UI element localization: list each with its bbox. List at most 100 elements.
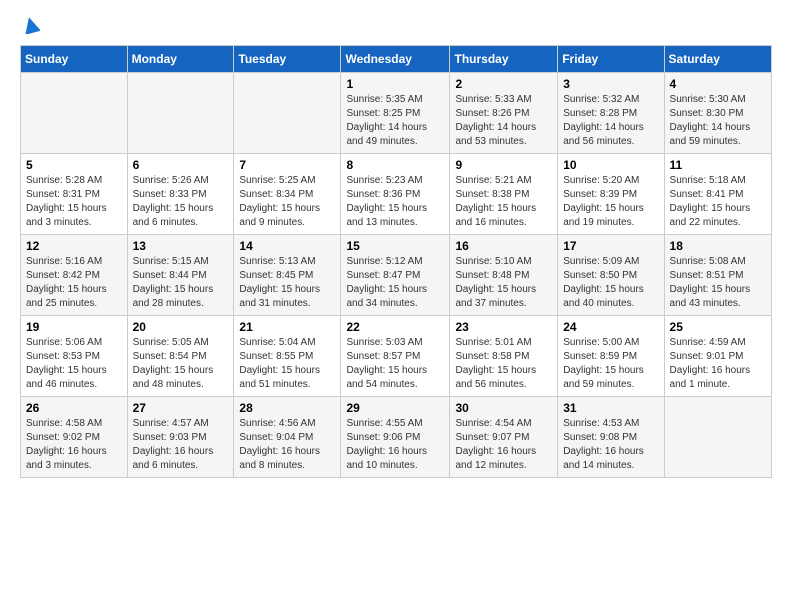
day-number: 3 <box>563 77 658 91</box>
day-info: Sunrise: 4:57 AM Sunset: 9:03 PM Dayligh… <box>133 417 229 473</box>
calendar-cell <box>127 73 234 154</box>
day-info: Sunrise: 5:25 AM Sunset: 8:34 PM Dayligh… <box>239 174 335 230</box>
day-number: 18 <box>670 239 766 253</box>
day-info: Sunrise: 4:54 AM Sunset: 9:07 PM Dayligh… <box>455 417 552 473</box>
calendar-cell: 25Sunrise: 4:59 AM Sunset: 9:01 PM Dayli… <box>664 316 771 397</box>
day-info: Sunrise: 5:21 AM Sunset: 8:38 PM Dayligh… <box>455 174 552 230</box>
day-number: 13 <box>133 239 229 253</box>
calendar-cell: 6Sunrise: 5:26 AM Sunset: 8:33 PM Daylig… <box>127 154 234 235</box>
day-info: Sunrise: 4:56 AM Sunset: 9:04 PM Dayligh… <box>239 417 335 473</box>
day-number: 30 <box>455 401 552 415</box>
day-number: 31 <box>563 401 658 415</box>
day-number: 21 <box>239 320 335 334</box>
day-info: Sunrise: 5:08 AM Sunset: 8:51 PM Dayligh… <box>670 255 766 311</box>
calendar-cell: 10Sunrise: 5:20 AM Sunset: 8:39 PM Dayli… <box>558 154 664 235</box>
day-info: Sunrise: 5:23 AM Sunset: 8:36 PM Dayligh… <box>346 174 444 230</box>
day-number: 15 <box>346 239 444 253</box>
day-info: Sunrise: 4:55 AM Sunset: 9:06 PM Dayligh… <box>346 417 444 473</box>
calendar-cell: 3 Sunrise: 5:32 AM Sunset: 8:28 PM Daylig… <box>558 73 664 154</box>
header-day-saturday: Saturday <box>664 46 771 73</box>
calendar-cell <box>664 397 771 478</box>
calendar-week-row: 5Sunrise: 5:28 AM Sunset: 8:31 PM Daylig… <box>21 154 772 235</box>
calendar-cell: 14 Sunrise: 5:13 AM Sunset: 8:45 PM Dayli… <box>234 235 341 316</box>
header-row: SundayMondayTuesdayWednesdayThursdayFrid… <box>21 46 772 73</box>
day-info: Sunrise: 5:18 AM Sunset: 8:41 PM Dayligh… <box>670 174 766 230</box>
day-number: 1 <box>346 77 444 91</box>
day-info: Sunrise: 5:33 AM Sunset: 8:26 PM Dayligh… <box>455 93 552 149</box>
day-info: Sunrise: 5:35 AM Sunset: 8:25 PM Dayligh… <box>346 93 444 149</box>
calendar-cell: 1 Sunrise: 5:35 AM Sunset: 8:25 PM Daylig… <box>341 73 450 154</box>
day-number: 9 <box>455 158 552 172</box>
calendar-week-row: 1 Sunrise: 5:35 AM Sunset: 8:25 PM Daylig… <box>21 73 772 154</box>
day-info: Sunrise: 4:58 AM Sunset: 9:02 PM Dayligh… <box>26 417 122 473</box>
day-number: 19 <box>26 320 122 334</box>
day-info: Sunrise: 5:01 AM Sunset: 8:58 PM Dayligh… <box>455 336 552 392</box>
calendar-cell <box>234 73 341 154</box>
day-number: 17 <box>563 239 658 253</box>
calendar-cell: 26 Sunrise: 4:58 AM Sunset: 9:02 PM Dayli… <box>21 397 128 478</box>
day-info: Sunrise: 5:12 AM Sunset: 8:47 PM Dayligh… <box>346 255 444 311</box>
day-number: 29 <box>346 401 444 415</box>
calendar-cell: 12Sunrise: 5:16 AM Sunset: 8:42 PM Dayli… <box>21 235 128 316</box>
day-info: Sunrise: 5:03 AM Sunset: 8:57 PM Dayligh… <box>346 336 444 392</box>
day-number: 4 <box>670 77 766 91</box>
day-info: Sunrise: 5:09 AM Sunset: 8:50 PM Dayligh… <box>563 255 658 311</box>
day-info: Sunrise: 5:10 AM Sunset: 8:48 PM Dayligh… <box>455 255 552 311</box>
calendar-cell <box>21 73 128 154</box>
calendar-cell: 16 Sunrise: 5:10 AM Sunset: 8:48 PM Dayli… <box>450 235 558 316</box>
day-info: Sunrise: 5:13 AM Sunset: 8:45 PM Dayligh… <box>239 255 335 311</box>
calendar-cell: 22 Sunrise: 5:03 AM Sunset: 8:57 PM Dayli… <box>341 316 450 397</box>
header-day-wednesday: Wednesday <box>341 46 450 73</box>
header-day-thursday: Thursday <box>450 46 558 73</box>
day-number: 23 <box>455 320 552 334</box>
day-number: 16 <box>455 239 552 253</box>
calendar-header: SundayMondayTuesdayWednesdayThursdayFrid… <box>21 46 772 73</box>
day-number: 25 <box>670 320 766 334</box>
calendar-week-row: 12Sunrise: 5:16 AM Sunset: 8:42 PM Dayli… <box>21 235 772 316</box>
calendar-cell: 29 Sunrise: 4:55 AM Sunset: 9:06 PM Dayli… <box>341 397 450 478</box>
day-info: Sunrise: 5:06 AM Sunset: 8:53 PM Dayligh… <box>26 336 122 392</box>
day-number: 26 <box>26 401 122 415</box>
day-info: Sunrise: 5:32 AM Sunset: 8:28 PM Dayligh… <box>563 93 658 149</box>
calendar-cell: 9 Sunrise: 5:21 AM Sunset: 8:38 PM Daylig… <box>450 154 558 235</box>
calendar-cell: 20Sunrise: 5:05 AM Sunset: 8:54 PM Dayli… <box>127 316 234 397</box>
logo <box>20 16 40 39</box>
day-number: 20 <box>133 320 229 334</box>
calendar-cell: 28 Sunrise: 4:56 AM Sunset: 9:04 PM Dayli… <box>234 397 341 478</box>
calendar-week-row: 19 Sunrise: 5:06 AM Sunset: 8:53 PM Dayli… <box>21 316 772 397</box>
calendar-cell: 19 Sunrise: 5:06 AM Sunset: 8:53 PM Dayli… <box>21 316 128 397</box>
day-number: 7 <box>239 158 335 172</box>
calendar-cell: 13 Sunrise: 5:15 AM Sunset: 8:44 PM Dayli… <box>127 235 234 316</box>
day-number: 6 <box>133 158 229 172</box>
calendar-cell: 15 Sunrise: 5:12 AM Sunset: 8:47 PM Dayli… <box>341 235 450 316</box>
header-day-friday: Friday <box>558 46 664 73</box>
calendar-cell: 7 Sunrise: 5:25 AM Sunset: 8:34 PM Daylig… <box>234 154 341 235</box>
calendar-week-row: 26 Sunrise: 4:58 AM Sunset: 9:02 PM Dayli… <box>21 397 772 478</box>
day-info: Sunrise: 5:20 AM Sunset: 8:39 PM Dayligh… <box>563 174 658 230</box>
day-number: 8 <box>346 158 444 172</box>
calendar-cell: 30 Sunrise: 4:54 AM Sunset: 9:07 PM Dayli… <box>450 397 558 478</box>
day-info: Sunrise: 5:00 AM Sunset: 8:59 PM Dayligh… <box>563 336 658 392</box>
day-number: 27 <box>133 401 229 415</box>
day-info: Sunrise: 5:04 AM Sunset: 8:55 PM Dayligh… <box>239 336 335 392</box>
logo-triangle-icon <box>22 16 40 34</box>
day-info: Sunrise: 5:15 AM Sunset: 8:44 PM Dayligh… <box>133 255 229 311</box>
day-number: 14 <box>239 239 335 253</box>
calendar-cell: 2 Sunrise: 5:33 AM Sunset: 8:26 PM Daylig… <box>450 73 558 154</box>
day-info: Sunrise: 5:30 AM Sunset: 8:30 PM Dayligh… <box>670 93 766 149</box>
calendar-cell: 4 Sunrise: 5:30 AM Sunset: 8:30 PM Daylig… <box>664 73 771 154</box>
calendar-cell: 11 Sunrise: 5:18 AM Sunset: 8:41 PM Dayli… <box>664 154 771 235</box>
day-number: 11 <box>670 158 766 172</box>
calendar-body: 1 Sunrise: 5:35 AM Sunset: 8:25 PM Daylig… <box>21 73 772 478</box>
calendar-cell: 24 Sunrise: 5:00 AM Sunset: 8:59 PM Dayli… <box>558 316 664 397</box>
day-number: 28 <box>239 401 335 415</box>
header-day-tuesday: Tuesday <box>234 46 341 73</box>
day-number: 2 <box>455 77 552 91</box>
calendar-cell: 18 Sunrise: 5:08 AM Sunset: 8:51 PM Dayli… <box>664 235 771 316</box>
calendar-table: SundayMondayTuesdayWednesdayThursdayFrid… <box>20 45 772 478</box>
header <box>20 16 772 39</box>
day-number: 24 <box>563 320 658 334</box>
header-day-sunday: Sunday <box>21 46 128 73</box>
day-number: 5 <box>26 158 122 172</box>
day-number: 22 <box>346 320 444 334</box>
